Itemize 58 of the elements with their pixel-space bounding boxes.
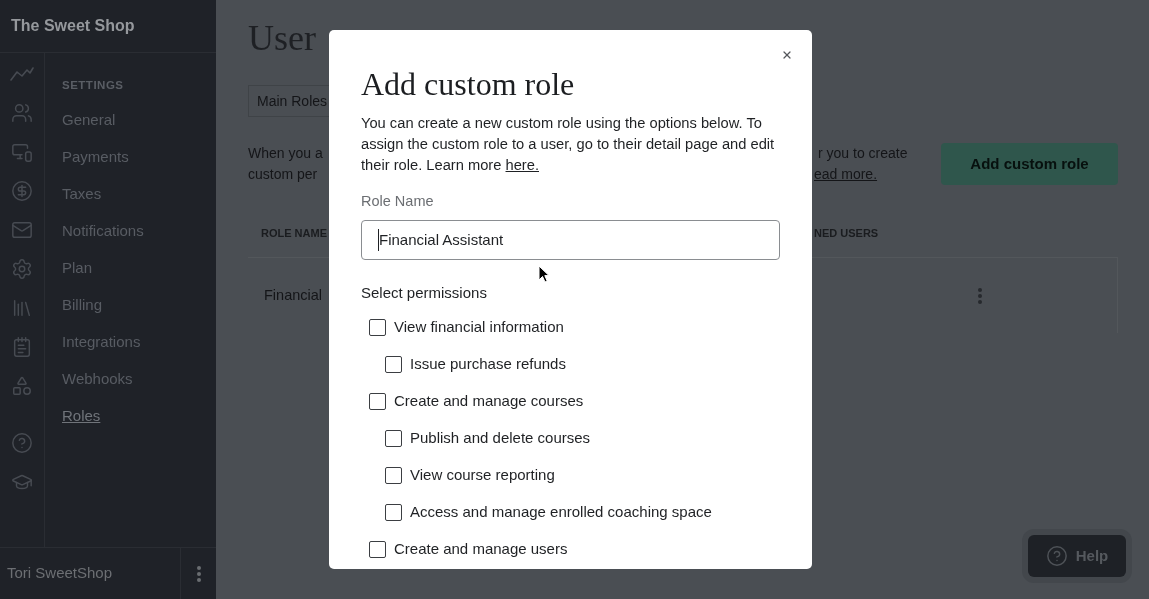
close-icon <box>781 49 793 61</box>
checkbox[interactable] <box>369 541 386 558</box>
sidebar-link[interactable]: Webhooks <box>62 368 133 391</box>
more-button[interactable] <box>196 565 201 582</box>
section-heading: SETTINGS <box>62 78 124 94</box>
modal-description: You can create a new custom role using the options below. To assign the custom role to a user, go to their detail page and edit their role. Learn more here. <box>361 114 776 175</box>
checkbox[interactable] <box>369 393 386 410</box>
users-icon[interactable] <box>11 102 33 124</box>
sidebar-link[interactable]: Payments <box>62 146 129 169</box>
sidebar-link[interactable]: Integrations <box>62 331 141 354</box>
chart-line-icon[interactable] <box>10 67 34 81</box>
sidebar-link[interactable]: Plan <box>62 257 93 280</box>
modal-title: Add custom role <box>361 66 576 102</box>
checkbox[interactable] <box>385 356 402 373</box>
permission-label: Issue purchase refunds <box>410 354 566 375</box>
settings-icon[interactable] <box>11 258 33 280</box>
permissions-heading: Select permissions <box>361 282 487 303</box>
help-icon[interactable] <box>11 432 33 454</box>
checkbox[interactable] <box>385 467 402 484</box>
intro-text: custom per <box>248 165 319 184</box>
checkbox[interactable] <box>385 504 402 521</box>
mouse-pointer-icon <box>538 265 550 283</box>
sidebar-link[interactable]: Billing <box>62 294 103 317</box>
permission-label: Publish and delete courses <box>410 428 591 449</box>
checkbox[interactable] <box>369 319 386 336</box>
field-label: Role Name <box>361 192 434 212</box>
sidebar-link[interactable]: Roles <box>62 405 101 428</box>
row-actions-button[interactable] <box>978 287 982 304</box>
checkbox[interactable] <box>385 430 402 447</box>
mail-icon[interactable] <box>11 219 33 241</box>
read-more-link[interactable]: ead more. <box>814 164 908 185</box>
more-icon <box>196 565 201 582</box>
role-name-input[interactable]: Financial Assistant <box>361 220 780 260</box>
permission-label: Create and manage users <box>394 539 568 560</box>
intro-text: When you a <box>248 144 324 163</box>
permission-label: View financial information <box>394 317 564 338</box>
sidebar-link[interactable]: Taxes <box>62 183 102 206</box>
user-name: Tori SweetShop <box>6 563 114 584</box>
brand-name: The Sweet Shop <box>11 16 135 36</box>
library-icon[interactable] <box>11 297 33 319</box>
close-button[interactable] <box>781 49 793 61</box>
permission-label: Access and manage enrolled coaching space <box>410 502 712 523</box>
devices-icon[interactable] <box>11 141 33 163</box>
intro-text: r you to create <box>817 144 908 163</box>
input-value: Financial Assistant <box>378 228 504 252</box>
table-cell-text: Financial <box>264 285 323 305</box>
learn-more-link[interactable]: here. <box>505 157 539 173</box>
dollar-circle-icon[interactable] <box>11 180 33 202</box>
more-icon <box>978 287 982 304</box>
help-icon <box>1045 545 1068 567</box>
permission-label: Create and manage courses <box>394 391 584 412</box>
add-custom-role-button[interactable]: Add custom role <box>941 143 1118 185</box>
help-button[interactable]: Help <box>1028 535 1126 577</box>
sidebar-link[interactable]: General <box>62 109 116 132</box>
permission-label: View course reporting <box>410 465 555 486</box>
notepad-icon[interactable] <box>11 336 33 358</box>
sidebar-link[interactable]: Notifications <box>62 220 144 243</box>
shapes-icon[interactable] <box>11 375 33 397</box>
